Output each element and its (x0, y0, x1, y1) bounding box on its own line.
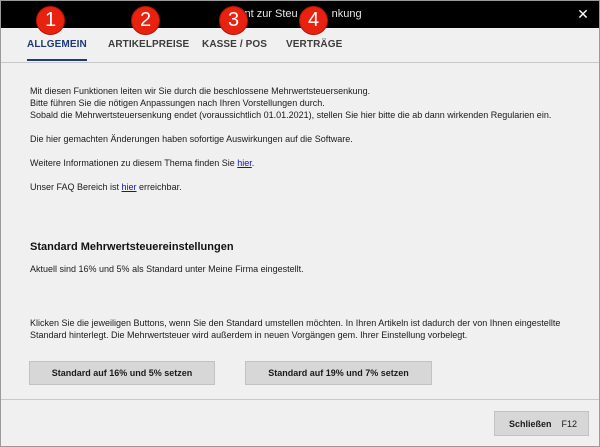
info-link[interactable]: hier (237, 158, 252, 168)
footer-divider (1, 399, 599, 400)
faq-prefix: Unser FAQ Bereich ist (30, 182, 122, 192)
effects-text: Die hier gemachten Änderungen haben sofo… (30, 134, 353, 144)
tab-bar: ALLGEMEIN ARTIKELPREISE KASSE / POS VERT… (1, 28, 599, 63)
set-19-7-button[interactable]: Standard auf 19% und 7% setzen (245, 361, 432, 385)
annotation-marker-1: 1 (36, 6, 65, 35)
faq-link[interactable]: hier (122, 182, 137, 192)
set-16-5-button[interactable]: Standard auf 16% und 5% setzen (29, 361, 215, 385)
annotation-marker-2: 2 (131, 6, 160, 35)
info-text: Weitere Informationen zu diesem Thema fi… (30, 157, 580, 169)
dialog-window: ent zur Steu nkung ✕ ALLGEMEIN ARTIKELPRE… (0, 0, 600, 447)
close-button-label: Schließen (509, 419, 552, 429)
tab-allgemein[interactable]: ALLGEMEIN (27, 39, 87, 61)
tab-vertraege[interactable]: VERTRÄGE (286, 39, 342, 61)
window-title-end: nkung (331, 8, 362, 20)
intro-line-1: Mit diesen Funktionen leiten wir Sie dur… (30, 86, 371, 96)
section-heading: Standard Mehrwertsteuereinstellungen (30, 241, 234, 253)
tab-kasse-pos[interactable]: KASSE / POS (202, 39, 267, 61)
info-prefix: Weitere Informationen zu diesem Thema fi… (30, 158, 238, 168)
tab-artikelpreise[interactable]: ARTIKELPREISE (108, 39, 189, 61)
close-icon: ✕ (577, 6, 589, 22)
annotation-marker-3: 3 (219, 6, 248, 35)
close-window-button[interactable]: ✕ (575, 6, 591, 22)
faq-text: Unser FAQ Bereich ist hier erreichbar. (30, 181, 580, 193)
intro-text: Mit diesen Funktionen leiten wir Sie dur… (30, 85, 580, 193)
faq-suffix: erreichbar. (136, 182, 182, 192)
current-standard-text: Aktuell sind 16% und 5% als Standard unt… (30, 264, 304, 274)
annotation-marker-4: 4 (299, 6, 328, 35)
intro-line-3: Sobald die Mehrwertsteuersenkung endet (… (30, 110, 552, 120)
close-button-shortcut: F12 (561, 419, 577, 429)
intro-line-2: Bitte führen Sie die nötigen Anpassungen… (30, 98, 325, 108)
instruction-text: Klicken Sie die jeweiligen Buttons, wenn… (30, 318, 561, 340)
close-button[interactable]: Schließen F12 (494, 411, 589, 436)
info-suffix: . (251, 158, 255, 168)
